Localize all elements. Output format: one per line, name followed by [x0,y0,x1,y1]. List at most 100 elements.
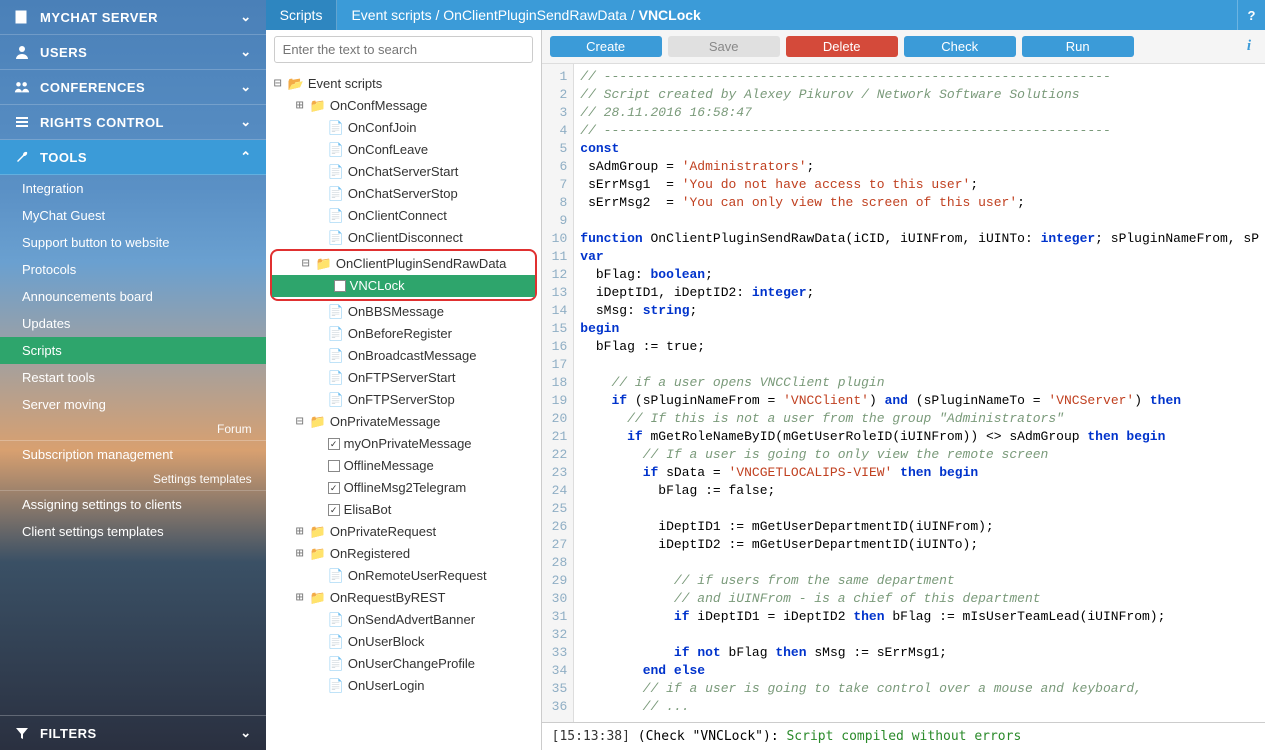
expand-icon[interactable]: ⊟ [300,254,312,274]
tree-node[interactable]: 📄 OnChatServerStop [266,183,541,205]
save-button: Save [668,36,780,57]
code-lines[interactable]: // -------------------------------------… [574,64,1265,722]
checkbox-off-icon[interactable] [328,460,340,472]
tree-node[interactable]: ⊞📁 OnRegistered [266,543,541,565]
chevron-down-icon: ⌄ [240,44,251,60]
tree-node[interactable]: myOnPrivateMessage [266,433,541,455]
tree-node[interactable]: 📄 OnBBSMessage [266,301,541,323]
tools-item[interactable]: Announcements board [0,283,266,310]
sidebar-head-tools[interactable]: TOOLS ⌃ [0,140,266,174]
client-templates-link[interactable]: Client settings templates [0,518,266,545]
assigning-link[interactable]: Assigning settings to clients [0,491,266,518]
tree-node[interactable]: 📄 OnClientDisconnect [266,227,541,249]
tree-label: OnConfJoin [348,118,417,138]
tree-label: OnConfLeave [348,140,428,160]
tree-node[interactable]: 📄 OnChatServerStart [266,161,541,183]
tree-label: OfflineMsg2Telegram [344,478,467,498]
checkbox-on-icon[interactable] [334,280,346,292]
tree-label: OnRegistered [330,544,410,564]
tree-node[interactable]: 📄 OnConfLeave [266,139,541,161]
chevron-up-icon: ⌃ [240,149,251,165]
tree-node[interactable]: 📄 OnUserChangeProfile [266,653,541,675]
tree-node[interactable]: ⊟📁 OnPrivateMessage [266,411,541,433]
tree-label: Event scripts [308,74,382,94]
tree-node[interactable]: ⊞📁 OnConfMessage [266,95,541,117]
tree-node[interactable]: ElisaBot [266,499,541,521]
tree-node[interactable]: ⊟📁 OnClientPluginSendRawData [272,253,535,275]
sidebar-head-filters[interactable]: FILTERS ⌄ [0,715,266,750]
tree-node[interactable]: 📄 OnFTPServerStop [266,389,541,411]
tree-node[interactable]: 📄 OnUserBlock [266,631,541,653]
expand-icon[interactable]: ⊟ [272,74,284,94]
folder-icon: 📂 [288,74,304,94]
tree-node[interactable]: 📄 OnBeforeRegister [266,323,541,345]
folder-icon: 📁 [310,96,326,116]
tree-node[interactable]: VNCLock [272,275,535,297]
tree-node[interactable]: 📄 OnConfJoin [266,117,541,139]
subscription-link[interactable]: Subscription management [0,441,266,468]
folder-icon: 📁 [310,544,326,564]
expand-icon[interactable]: ⊞ [294,588,306,608]
expand-icon[interactable]: ⊞ [294,544,306,564]
search-input[interactable] [274,36,533,63]
tools-item[interactable]: Restart tools [0,364,266,391]
checkbox-on-icon[interactable] [328,482,340,494]
chevron-down-icon: ⌄ [240,79,251,95]
tree-label: OnFTPServerStart [348,368,456,388]
document-icon: 📄 [328,676,344,696]
tab-scripts[interactable]: Scripts [266,0,338,30]
tools-item[interactable]: Server moving [0,391,266,418]
tree-label: OfflineMessage [344,456,434,476]
list-icon [14,114,30,130]
help-button[interactable]: ? [1237,0,1265,30]
expand-icon[interactable]: ⊟ [294,412,306,432]
expand-icon[interactable]: ⊞ [294,522,306,542]
tree-root[interactable]: ⊟📂 Event scripts [266,73,541,95]
tree-node[interactable]: 📄 OnClientConnect [266,205,541,227]
tools-item[interactable]: Integration [0,175,266,202]
tree-label: OnUserLogin [348,676,425,696]
sidebar-label: MYCHAT SERVER [40,10,158,25]
sidebar-section-tools: TOOLS ⌃ [0,140,266,175]
document-icon: 📄 [328,654,344,674]
sidebar-head-server[interactable]: MYCHAT SERVER ⌄ [0,0,266,34]
tools-item[interactable]: Updates [0,310,266,337]
tools-item[interactable]: MyChat Guest [0,202,266,229]
sidebar-head-users[interactable]: USERS ⌄ [0,35,266,69]
delete-button[interactable]: Delete [786,36,898,57]
checkbox-on-icon[interactable] [328,438,340,450]
sidebar-head-rights[interactable]: RIGHTS CONTROL ⌄ [0,105,266,139]
sidebar-label: FILTERS [40,726,97,741]
checkbox-on-icon[interactable] [328,504,340,516]
tree-node[interactable]: OfflineMessage [266,455,541,477]
create-button[interactable]: Create [550,36,662,57]
document-icon: 📄 [328,632,344,652]
forum-link[interactable]: Forum [0,418,266,440]
run-button[interactable]: Run [1022,36,1134,57]
tools-item[interactable]: Support button to website [0,229,266,256]
tree-label: OnChatServerStop [348,184,458,204]
console-message: Script compiled without errors [786,729,1021,744]
document-icon: 📄 [328,346,344,366]
tree-node[interactable]: 📄 OnSendAdvertBanner [266,609,541,631]
script-tree-panel: ⊟📂 Event scripts⊞📁 OnConfMessage📄 OnConf… [266,30,542,750]
code-editor[interactable]: 1234567891011121314151617181920212223242… [542,64,1265,722]
wrench-icon [14,149,30,165]
tree-node[interactable]: 📄 OnBroadcastMessage [266,345,541,367]
tree-node[interactable]: 📄 OnFTPServerStart [266,367,541,389]
expand-icon[interactable]: ⊞ [294,96,306,116]
tree-node[interactable]: 📄 OnUserLogin [266,675,541,697]
console-prefix: (Check "VNCLock"): [630,729,787,744]
folder-icon: 📁 [310,588,326,608]
settings-templates-link[interactable]: Settings templates [0,468,266,490]
filter-icon [14,725,30,741]
check-button[interactable]: Check [904,36,1016,57]
info-button[interactable]: i [1241,38,1257,55]
tools-item[interactable]: Protocols [0,256,266,283]
sidebar-head-conferences[interactable]: CONFERENCES ⌄ [0,70,266,104]
tools-item[interactable]: Scripts [0,337,266,364]
tree-node[interactable]: OfflineMsg2Telegram [266,477,541,499]
tree-node[interactable]: ⊞📁 OnRequestByREST [266,587,541,609]
tree-node[interactable]: 📄 OnRemoteUserRequest [266,565,541,587]
tree-node[interactable]: ⊞📁 OnPrivateRequest [266,521,541,543]
